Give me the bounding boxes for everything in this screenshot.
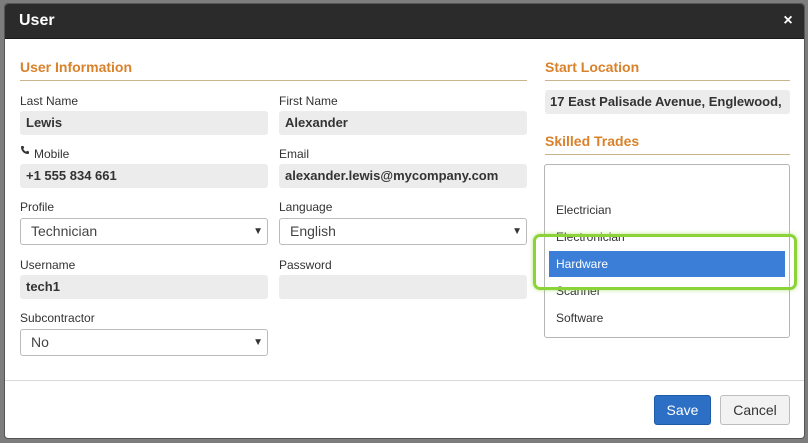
list-item-electrician[interactable]: Electrician [549,197,785,223]
profile-label: Profile [20,200,55,214]
dialog-header: User × [5,4,804,39]
skilled-trades-heading: Skilled Trades [545,133,640,149]
list-item-electronician[interactable]: Electronician [549,224,785,250]
chevron-down-icon: ▼ [253,337,263,348]
first-name-field[interactable]: Alexander [279,111,527,135]
list-item-hardware[interactable]: Hardware [549,251,785,277]
section-divider [545,80,790,81]
section-divider [545,154,790,155]
subcontractor-label: Subcontractor [20,311,95,325]
last-name-label: Last Name [20,94,79,108]
username-field[interactable]: tech1 [20,275,268,299]
phone-icon [21,146,29,154]
password-label: Password [279,258,332,272]
username-label: Username [20,258,76,272]
password-field[interactable] [279,275,527,299]
save-button[interactable]: Save [654,395,711,425]
start-location-heading: Start Location [545,59,640,75]
start-location-field[interactable]: 17 East Palisade Avenue, Englewood, [545,90,790,114]
mobile-field[interactable]: +1 555 834 661 [20,164,268,188]
subcontractor-select[interactable]: No ▼ [20,329,268,356]
user-information-heading: User Information [20,59,133,75]
email-label: Email [279,147,310,161]
subcontractor-select-value: No [31,334,49,350]
dialog-title: User [19,12,55,29]
user-dialog: User × User Information Last Name Lewis … [4,3,805,439]
profile-select-value: Technician [31,223,98,239]
language-label: Language [279,200,333,214]
email-field[interactable]: alexander.lewis@mycompany.com [279,164,527,188]
chevron-down-icon: ▼ [253,226,263,237]
first-name-label: First Name [279,94,338,108]
profile-select[interactable]: Technician ▼ [20,218,268,245]
cancel-button[interactable]: Cancel [720,395,790,425]
close-icon[interactable]: × [780,12,796,30]
language-select-value: English [290,223,336,239]
footer-divider [5,380,804,381]
skilled-trades-list[interactable]: Electrician Electronician Hardware Scann… [544,164,790,338]
chevron-down-icon: ▼ [512,226,522,237]
list-item-software[interactable]: Software [549,305,785,331]
mobile-label: Mobile [34,147,70,161]
last-name-field[interactable]: Lewis [20,111,268,135]
section-divider [20,80,527,81]
language-select[interactable]: English ▼ [279,218,527,245]
list-item-scanner[interactable]: Scanner [549,278,785,304]
